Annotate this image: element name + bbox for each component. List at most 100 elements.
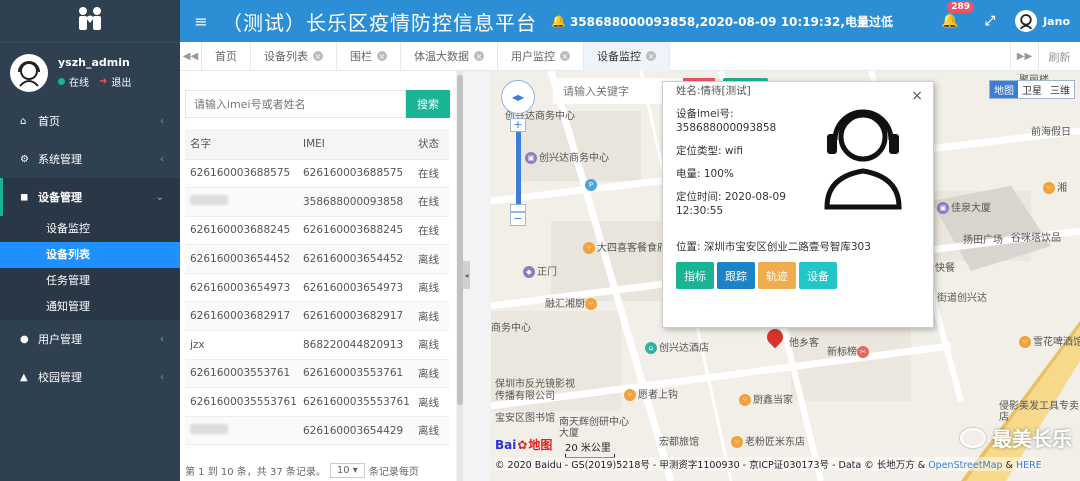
menu-toggle-icon[interactable]: ≡ <box>180 12 222 31</box>
zoom-slider[interactable] <box>515 132 521 204</box>
device-search-input[interactable] <box>185 90 406 118</box>
trajectory-button[interactable]: 轨迹 <box>758 262 796 289</box>
map-poi[interactable]: 侵影美发工具专卖店 <box>999 401 1079 423</box>
zoom-out-button[interactable]: − <box>510 212 526 226</box>
map-poi[interactable]: ⑂ 老粉匠米东店 <box>731 433 805 448</box>
table-row[interactable]: 626160003654452 626160003654452 离线 <box>185 244 449 274</box>
sidebar-item-user[interactable]: ● 用户管理 ‹ <box>0 320 180 358</box>
map-poi[interactable]: ⑂ 厨鑫当家 <box>739 391 793 406</box>
sidebar-item-home[interactable]: ⌂ 首页 ‹ <box>0 102 180 140</box>
tab-scroll-right-icon[interactable]: ▶▶ <box>1010 42 1038 71</box>
sidebar-item-system[interactable]: ⚙ 系统管理 ‹ <box>0 140 180 178</box>
map-poi[interactable]: 快餐 <box>935 259 955 274</box>
collapse-panel-icon[interactable]: ◂ <box>463 261 470 289</box>
refresh-button[interactable]: 刷新 <box>1038 42 1080 71</box>
map-poi[interactable]: 谷咪塔饮品 <box>1011 229 1061 244</box>
poi-label: 保圳市反光镜影视传播有限公司 <box>495 379 575 402</box>
map-pan-control[interactable]: ◀▶ <box>501 80 535 114</box>
device-search-button[interactable]: 搜索 <box>406 90 450 118</box>
close-icon[interactable]: × <box>560 51 570 61</box>
user-avatar[interactable] <box>1015 10 1038 32</box>
here-link[interactable]: HERE <box>1016 460 1042 471</box>
device-info-window: × 姓名:情待[测试] 设备imei号: 358688000093858 定位类… <box>662 81 934 328</box>
sidebar-item-label: 校园管理 <box>38 371 82 384</box>
chevron-left-icon: ‹ <box>160 115 164 127</box>
map-type-satellite[interactable]: 卫星 <box>1018 81 1046 98</box>
zoom-in-button[interactable]: + <box>510 118 526 132</box>
close-icon[interactable]: × <box>911 88 923 104</box>
map-type-map[interactable]: 地图 <box>990 81 1018 98</box>
close-icon[interactable]: × <box>646 51 656 61</box>
cell-status: 离线 <box>413 301 449 332</box>
table-row[interactable]: 626160003654973 626160003654973 离线 <box>185 273 449 303</box>
sidebar-subitem-device-list[interactable]: 设备列表 <box>0 242 180 268</box>
sidebar-item-device[interactable]: ◼ 设备管理 ⌄ <box>0 178 180 216</box>
fullscreen-icon[interactable]: ⤢ <box>985 14 995 29</box>
map-poi[interactable]: ▣ 创兴达商务中心 <box>525 149 609 164</box>
map-poi[interactable]: ⑂ 大四喜客餐食府 <box>583 239 667 254</box>
sidebar-nav: ⌂ 首页 ‹ ⚙ 系统管理 ‹ ◼ 设备管理 ⌄ 设备监控 设备列表 任务管理 … <box>0 102 180 396</box>
zoom-control: + − <box>510 118 526 226</box>
column-header-imei[interactable]: IMEI <box>298 129 413 160</box>
map-poi[interactable]: ⌂ 创兴达酒店 <box>645 339 709 354</box>
table-row[interactable]: 626160003553761 626160003553761 离线 <box>185 359 449 389</box>
avatar[interactable] <box>10 53 48 92</box>
map-poi[interactable]: ▣ 佳泉大厦 <box>937 199 991 214</box>
map-poi[interactable]: 融汇湘厨 ⑂ <box>545 295 599 310</box>
map-poi[interactable]: 新标榜 ✂ <box>827 343 871 358</box>
notifications-button[interactable]: 🔔 289 <box>941 1 975 29</box>
tab-device-list[interactable]: 设备列表 × <box>251 41 337 71</box>
indicator-button[interactable]: 指标 <box>676 262 714 289</box>
map-poi[interactable]: ⑂ 雪花啤酒馆 <box>1019 333 1080 348</box>
column-header-status[interactable]: 状态 <box>413 129 449 160</box>
track-button[interactable]: 跟踪 <box>717 262 755 289</box>
table-row[interactable]: 626160003654429 离线 <box>185 416 449 446</box>
table-row[interactable]: 626160003688575 626160003688575 在线 <box>185 159 449 189</box>
table-row[interactable]: 626160003688245 626160003688245 在线 <box>185 216 449 246</box>
sidebar-subitem-device-monitor[interactable]: 设备监控 <box>0 216 180 242</box>
logout-icon[interactable]: ➜ <box>99 76 107 87</box>
sidebar-item-campus[interactable]: ▲ 校园管理 ‹ <box>0 358 180 396</box>
map-type-3d[interactable]: 三维 <box>1046 81 1074 98</box>
map-view[interactable]: 创兴达商务中心 ▣ 创兴达商务中心 ⑂ 大四喜客餐食府 ◆ 正门 融汇湘厨 ⑂ 商务中心… <box>491 71 1080 481</box>
table-row[interactable]: jzx 868220044820913 离线 <box>185 330 449 360</box>
tab-fence[interactable]: 围栏 × <box>337 41 401 71</box>
table-row[interactable]: 6261600035553761 6261600035553761 离线 <box>185 387 449 417</box>
tab-temperature[interactable]: 体温大数据 × <box>401 41 498 71</box>
alarm-message[interactable]: 🔔 358688000093858,2020-08-09 10:19:32,电量… <box>551 13 893 30</box>
user-name[interactable]: Jano <box>1043 15 1070 28</box>
tab-user-monitor[interactable]: 用户监控 × <box>498 41 584 71</box>
map-poi[interactable]: 宝安区图书馆 <box>495 409 555 424</box>
map-poi[interactable]: 扬田广场 <box>963 231 1003 246</box>
logout-link[interactable]: 退出 <box>111 74 131 89</box>
sidebar-subitem-notice[interactable]: 通知管理 <box>0 294 180 320</box>
map-poi[interactable]: 商务中心 <box>491 319 531 334</box>
map-poi[interactable]: 他乡客 <box>789 334 819 349</box>
zoom-slider-knob[interactable] <box>510 204 526 212</box>
tab-home[interactable]: 首页 <box>202 41 251 71</box>
map-poi[interactable]: 宏都旅馆 <box>659 433 699 448</box>
parking-icon: P <box>585 179 597 191</box>
osm-link[interactable]: OpenStreetMap <box>928 460 1002 471</box>
map-poi[interactable]: P <box>585 179 599 191</box>
close-icon[interactable]: × <box>377 51 387 61</box>
map-poi[interactable]: 前海假日 <box>1031 123 1071 138</box>
online-dot-icon <box>58 78 65 85</box>
column-header-name[interactable]: 名字 <box>185 129 298 160</box>
map-poi[interactable]: 街道创兴达 <box>937 289 987 304</box>
map-poi[interactable]: ◆ 正门 <box>523 263 557 278</box>
tab-device-monitor[interactable]: 设备监控 × <box>584 41 670 71</box>
page-size-select[interactable]: 10 ▾ <box>329 463 365 478</box>
table-row[interactable]: 358688000093858 在线 <box>185 187 449 217</box>
close-icon[interactable]: × <box>313 51 323 61</box>
device-button[interactable]: 设备 <box>799 262 837 289</box>
close-icon[interactable]: × <box>474 51 484 61</box>
tab-scroll-left-icon[interactable]: ◀◀ <box>180 41 202 71</box>
map-poi[interactable]: ⑂ 湘 <box>1043 179 1067 194</box>
map-poi[interactable]: 南天辉创研中心大厦 <box>559 417 631 439</box>
map-poi[interactable]: ⑂ 愿者上钩 <box>624 386 678 401</box>
sidebar-subitem-task[interactable]: 任务管理 <box>0 268 180 294</box>
table-row[interactable]: 626160003682917 626160003682917 离线 <box>185 301 449 332</box>
family-logo-icon <box>79 7 101 30</box>
map-poi[interactable]: 保圳市反光镜影视传播有限公司 <box>495 379 575 403</box>
